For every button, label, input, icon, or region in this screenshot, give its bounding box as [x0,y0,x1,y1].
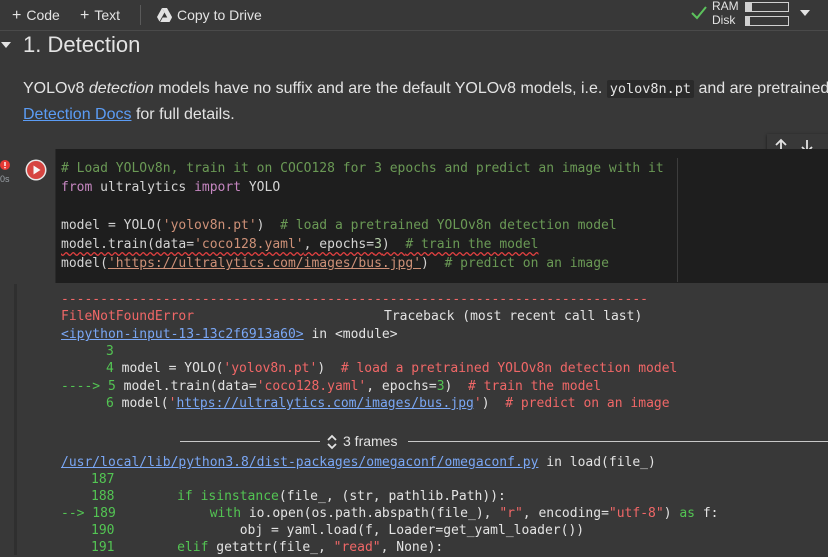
traceback-location: <ipython-input-13-13c2f6913a60> in <modu… [61,327,398,342]
code-line: model('https://ultralytics.com/images/bu… [61,256,609,271]
inline-code: yolov8n.pt [606,80,695,98]
disk-label: Disk [712,13,736,27]
add-text-label: Text [94,7,121,23]
traceback-line: 6 model('https://ultralytics.com/images/… [106,396,670,411]
traceback-rule: ----------------------------------------… [61,292,648,307]
editor-ruler [677,158,678,282]
desc-text: YOLOv8 [23,80,89,97]
frames-divider [180,441,320,442]
traceback-line: 191 elif getattr(file_, "read", None): [91,540,444,555]
traceback-location: /usr/local/lib/python3.8/dist-packages/o… [61,455,656,470]
traceback-line-current: --> 189 with io.open(os.path.abspath(fil… [61,506,719,521]
collapse-section-caret-icon[interactable] [0,40,12,50]
error-name: FileNotFoundError [61,309,195,324]
desc-text: for full details. [131,106,235,123]
add-text-cell-button[interactable]: + Text [80,5,120,25]
disk-usage-fill [746,17,751,25]
desc-text: and are pretrained on [698,80,828,97]
code-line: model = YOLO('yolov8n.pt') # load a pret… [61,218,617,233]
bus-image-link[interactable]: https://ultralytics.com/images/bus.jpg [176,396,473,411]
code-line: # Load YOLOv8n, train it on COCO128 for … [61,161,664,176]
expand-collapse-icon [327,434,337,450]
run-cell-button[interactable] [25,159,47,181]
code-line: from ultralytics import YOLO [61,180,281,195]
frames-divider [408,441,828,442]
add-code-label: Code [26,7,60,23]
ram-usage-bar[interactable] [745,2,789,12]
section-heading: 1. Detection [23,32,141,57]
execution-time: 0s [0,174,10,184]
expand-frames-toggle[interactable]: 3 frames [326,432,397,450]
chevron-down-icon[interactable] [799,8,811,18]
traceback-label: Traceback (most recent call last) [384,309,643,324]
ram-label: RAM [712,0,739,13]
output-rail[interactable] [14,284,17,555]
toolbar-divider [140,5,141,25]
traceback-line: 188 if isinstance(file_, (str, pathlib.P… [91,489,506,504]
traceback-line: 190 obj = yaml.load(f, Loader=get_yaml_l… [91,523,585,538]
plus-icon: + [80,7,90,24]
copy-to-drive-button[interactable]: Copy to Drive [157,5,262,25]
detection-docs-link[interactable]: Detection Docs [23,106,132,123]
traceback-line: 4 model = YOLO('yolov8n.pt') # load a pr… [106,361,678,376]
notebook-toolbar: + Code + Text Copy to Drive RAM Disk [0,0,828,31]
google-drive-icon [157,8,172,22]
ram-usage-fill [746,3,753,11]
copy-to-drive-label: Copy to Drive [177,7,262,23]
line-number: 187 [91,472,115,487]
section-description: YOLOv8 detection models have no suffix a… [23,76,828,127]
omegaconf-file-link[interactable]: /usr/local/lib/python3.8/dist-packages/o… [61,455,538,470]
line-number: 3 [106,344,114,359]
frames-label: 3 frames [343,433,398,449]
connected-check-icon [691,6,707,20]
desc-text: models have no suffix and are the defaul… [153,80,607,97]
ipython-input-link[interactable]: <ipython-input-13-13c2f6913a60> [61,327,304,342]
code-line: model.train(data='coco128.yaml', epochs=… [61,237,539,252]
error-badge-icon [0,160,10,170]
desc-emphasis: detection [88,80,154,97]
add-code-cell-button[interactable]: + Code [12,5,60,25]
plus-icon: + [12,7,22,24]
disk-usage-bar[interactable] [745,16,789,26]
traceback-line-current: ----> 5 model.train(data='coco128.yaml',… [61,379,602,394]
